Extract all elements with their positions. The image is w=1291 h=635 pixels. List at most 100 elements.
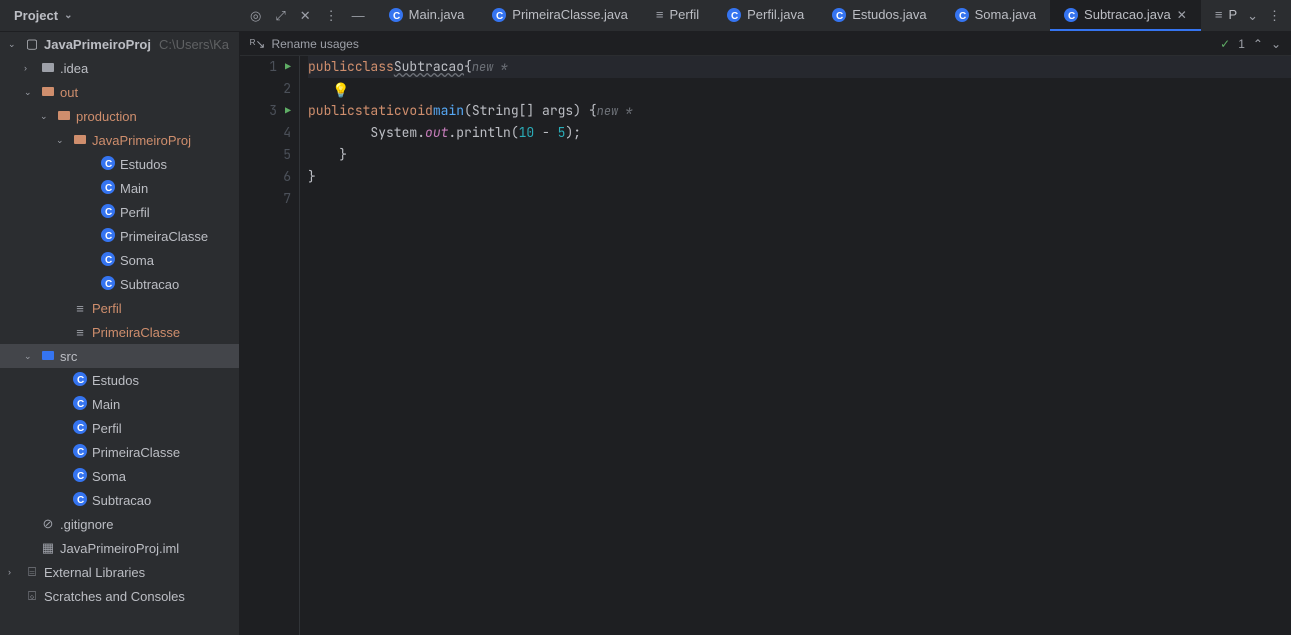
tree-file[interactable]: CSoma bbox=[0, 248, 239, 272]
tree-label: Subtracao bbox=[92, 493, 151, 508]
code-area[interactable]: public class Subtracao{ new * public sta… bbox=[300, 56, 1291, 635]
inspection-down-icon[interactable]: ⌄ bbox=[1271, 37, 1281, 51]
class-icon: C bbox=[100, 180, 116, 197]
library-icon: ⌸ bbox=[24, 564, 40, 580]
svg-text:C: C bbox=[77, 495, 84, 506]
project-tool-label[interactable]: Project ⌄ bbox=[0, 0, 240, 31]
minimize-icon[interactable]: — bbox=[352, 8, 365, 23]
tree-primeiraclasse-file[interactable]: ≡PrimeiraClasse bbox=[0, 320, 239, 344]
tab-soma[interactable]: C Soma.java bbox=[941, 0, 1050, 31]
tree-file[interactable]: C Subtracao bbox=[0, 488, 239, 512]
expand-icon[interactable]: ⤢ bbox=[275, 8, 285, 24]
class-icon: C bbox=[832, 8, 846, 22]
class-icon: C bbox=[389, 8, 403, 22]
tabs-more-icon[interactable]: ⋮ bbox=[1268, 8, 1281, 24]
tree-label: Perfil bbox=[92, 421, 122, 436]
class-icon: C bbox=[100, 204, 116, 221]
tree-file[interactable]: C Estudos bbox=[0, 152, 239, 176]
scratch-icon: ⌺ bbox=[24, 588, 40, 604]
tree-src[interactable]: ⌄ src bbox=[0, 344, 239, 368]
line-number: 4 bbox=[283, 122, 291, 144]
tab-perfil-text[interactable]: ≡ Perfil bbox=[642, 0, 713, 31]
inspection-check-icon[interactable]: ✓ bbox=[1220, 37, 1230, 51]
tab-label: Main.java bbox=[409, 7, 465, 22]
class-icon: C bbox=[72, 420, 88, 437]
tab-estudos[interactable]: C Estudos.java bbox=[818, 0, 940, 31]
class-icon: C bbox=[1064, 8, 1078, 22]
class-icon: C bbox=[492, 8, 506, 22]
class-icon: C bbox=[100, 156, 116, 173]
class-icon: C bbox=[72, 396, 88, 413]
operator: - bbox=[534, 122, 557, 144]
line-number: 2 bbox=[283, 78, 291, 100]
class-icon: C bbox=[727, 8, 741, 22]
tabs-dropdown-icon[interactable]: ⌄ bbox=[1247, 8, 1258, 24]
tree-file[interactable]: C Perfil bbox=[0, 416, 239, 440]
project-tree[interactable]: ⌄ ▢ JavaPrimeiroProj C:\Users\Ka › .idea… bbox=[0, 32, 240, 635]
run-gutter-icon[interactable]: ▶ bbox=[285, 100, 291, 122]
number-literal: 10 bbox=[519, 122, 535, 144]
code-editor[interactable]: 1▶ 2 3▶ 4 5 6 7 public class Subtracao{ … bbox=[240, 56, 1291, 635]
tree-file[interactable]: CMain bbox=[0, 392, 239, 416]
line-number: 3 bbox=[269, 100, 277, 122]
tree-label: JavaPrimeiroProj bbox=[44, 37, 151, 52]
tree-gitignore[interactable]: ⊘.gitignore bbox=[0, 512, 239, 536]
tree-iml[interactable]: ▦JavaPrimeiroProj.iml bbox=[0, 536, 239, 560]
tab-primeiraclasse[interactable]: C PrimeiraClasse.java bbox=[478, 0, 642, 31]
tree-perfil-file[interactable]: ≡Perfil bbox=[0, 296, 239, 320]
run-gutter-icon[interactable]: ▶ bbox=[285, 56, 291, 78]
tree-file[interactable]: CSubtracao bbox=[0, 272, 239, 296]
tree-label: .idea bbox=[60, 61, 88, 76]
tree-label: Perfil bbox=[120, 205, 150, 220]
more-icon[interactable]: ⋮ bbox=[325, 8, 338, 24]
tab-truncated[interactable]: ≡ P bbox=[1201, 0, 1237, 31]
number-literal: 5 bbox=[558, 122, 566, 144]
tree-scratches[interactable]: ⌺Scratches and Consoles bbox=[0, 584, 239, 608]
class-icon: C bbox=[72, 372, 88, 389]
close-panel-icon[interactable]: ✕ bbox=[300, 8, 311, 24]
tree-idea[interactable]: › .idea bbox=[0, 56, 239, 80]
tree-external-libs[interactable]: ›⌸External Libraries bbox=[0, 560, 239, 584]
svg-text:C: C bbox=[1068, 11, 1075, 22]
folder-icon bbox=[40, 84, 56, 101]
target-icon[interactable]: ◎ bbox=[250, 8, 261, 24]
tree-file[interactable]: C Perfil bbox=[0, 200, 239, 224]
tree-file[interactable]: CSoma bbox=[0, 464, 239, 488]
tree-out[interactable]: ⌄ out bbox=[0, 80, 239, 104]
tab-label: Soma.java bbox=[975, 7, 1036, 22]
text-file-icon: ≡ bbox=[656, 7, 664, 22]
class-name: Subtracao bbox=[394, 56, 464, 78]
svg-text:C: C bbox=[731, 11, 738, 22]
tree-file[interactable]: C Main bbox=[0, 176, 239, 200]
rename-icon: ᴿ↘ bbox=[250, 37, 265, 51]
tree-file[interactable]: C PrimeiraClasse bbox=[0, 440, 239, 464]
tree-label: Main bbox=[120, 181, 148, 196]
inspection-up-icon[interactable]: ⌃ bbox=[1253, 37, 1263, 51]
tab-main[interactable]: C Main.java bbox=[375, 0, 479, 31]
tab-subtracao[interactable]: C Subtracao.java ✕ bbox=[1050, 0, 1201, 31]
tree-label: Soma bbox=[92, 469, 126, 484]
tab-label: PrimeiraClasse.java bbox=[512, 7, 628, 22]
tab-label: Perfil.java bbox=[747, 7, 804, 22]
text-file-icon: ≡ bbox=[72, 325, 88, 340]
intention-bulb-icon[interactable]: 💡 bbox=[332, 80, 349, 102]
class-icon: C bbox=[100, 228, 116, 245]
keyword: static bbox=[355, 100, 402, 122]
inlay-hint: new * bbox=[472, 56, 508, 78]
tree-label: PrimeiraClasse bbox=[92, 445, 180, 460]
brace: } bbox=[308, 166, 316, 188]
close-tab-icon[interactable]: ✕ bbox=[1177, 8, 1187, 22]
svg-text:C: C bbox=[959, 11, 966, 22]
svg-text:C: C bbox=[77, 447, 84, 458]
tree-production[interactable]: ⌄ production bbox=[0, 104, 239, 128]
svg-text:C: C bbox=[496, 11, 503, 22]
tree-proj-inner[interactable]: ⌄ JavaPrimeiroProj bbox=[0, 128, 239, 152]
tree-file[interactable]: CPrimeiraClasse bbox=[0, 224, 239, 248]
gutter: 1▶ 2 3▶ 4 5 6 7 bbox=[240, 56, 300, 635]
tree-file[interactable]: CEstudos bbox=[0, 368, 239, 392]
tab-perfil-java[interactable]: C Perfil.java bbox=[713, 0, 818, 31]
brace: } bbox=[308, 144, 347, 166]
tree-root[interactable]: ⌄ ▢ JavaPrimeiroProj C:\Users\Ka bbox=[0, 32, 239, 56]
class-icon: C bbox=[72, 444, 88, 461]
tree-label: Estudos bbox=[120, 157, 167, 172]
